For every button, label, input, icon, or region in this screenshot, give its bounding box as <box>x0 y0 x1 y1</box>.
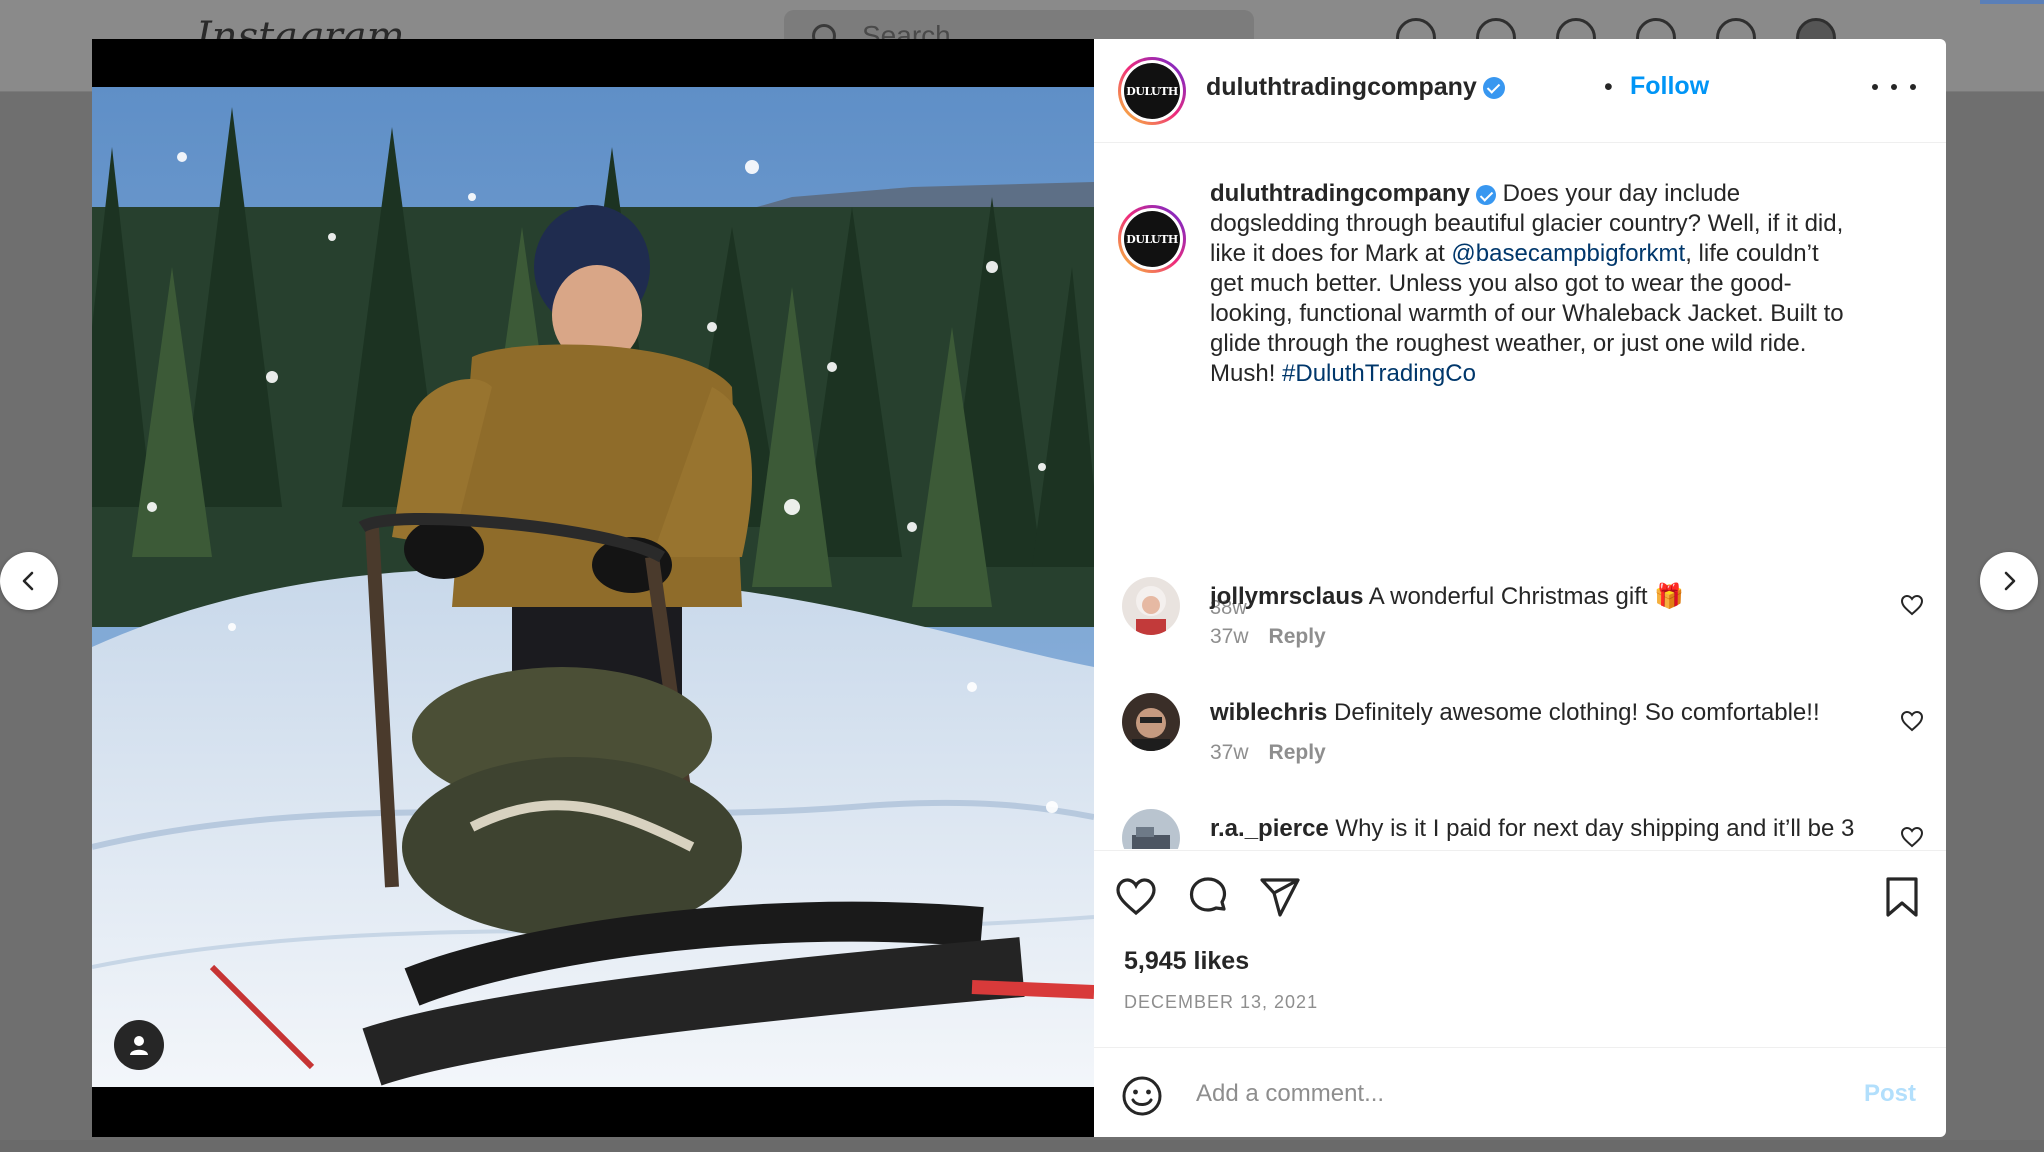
post-media <box>92 39 1094 1137</box>
comment-username[interactable]: jollymrsclaus <box>1210 583 1363 610</box>
caption-hashtag-link[interactable]: #DuluthTradingCo <box>1282 360 1476 387</box>
comment-timestamp[interactable]: 37w <box>1210 625 1249 648</box>
comment-username[interactable]: wiblechris <box>1210 699 1327 726</box>
comment-heart-icon[interactable] <box>1900 709 1924 733</box>
post-photo[interactable] <box>92 87 1094 1087</box>
comment-body: Definitely awesome clothing! So comforta… <box>1327 699 1820 726</box>
comment-avatar[interactable] <box>1122 693 1180 751</box>
comment-text: jollymrsclaus A wonderful Christmas gift… <box>1210 581 1860 613</box>
verified-badge-icon <box>1482 77 1505 100</box>
header-separator: • <box>1604 73 1613 101</box>
caption-mention-link[interactable]: @basecampbigforkmt <box>1451 240 1685 267</box>
post-comment-button[interactable]: Post <box>1864 1080 1916 1108</box>
user-tag-button[interactable] <box>114 1020 164 1070</box>
comment-item: wiblechris Definitely awesome clothing! … <box>1094 693 1946 803</box>
comment-timestamp[interactable]: 37w <box>1210 741 1249 764</box>
comment-item: jollymrsclaus A wonderful Christmas gift… <box>1094 577 1946 687</box>
account-avatar[interactable]: DULUTH <box>1118 57 1186 125</box>
post-details-panel: DULUTH duluthtradingcompany • Follow DUL… <box>1094 39 1946 1137</box>
actions-divider <box>1094 850 1946 851</box>
comment-avatar[interactable] <box>1122 809 1180 849</box>
post-header: DULUTH duluthtradingcompany • Follow <box>1094 39 1946 143</box>
comment-icon[interactable] <box>1186 875 1230 919</box>
background-feed-strip <box>0 1140 2044 1152</box>
comment-heart-icon[interactable] <box>1900 593 1924 617</box>
verified-badge-icon <box>1476 184 1496 205</box>
comment-text: wiblechris Definitely awesome clothing! … <box>1210 697 1860 729</box>
share-icon[interactable] <box>1258 875 1302 919</box>
comment-heart-icon[interactable] <box>1900 825 1924 849</box>
comment-username[interactable]: r.a._pierce <box>1210 815 1329 842</box>
previous-post-button[interactable] <box>0 552 58 610</box>
comment-meta: 37w Reply <box>1210 741 1326 765</box>
comment-meta: 37w Reply <box>1210 625 1326 649</box>
comment-avatar[interactable] <box>1122 577 1180 635</box>
more-options-icon[interactable] <box>1872 77 1916 97</box>
next-post-button[interactable] <box>1980 552 2038 610</box>
chevron-left-icon <box>22 571 34 591</box>
caption-username[interactable]: duluthtradingcompany <box>1210 180 1470 207</box>
caption-avatar[interactable]: DULUTH <box>1118 205 1186 273</box>
add-comment-bar: Post <box>1094 1047 1946 1137</box>
emoji-icon[interactable] <box>1120 1074 1164 1118</box>
heart-icon[interactable] <box>1114 875 1158 919</box>
header-username[interactable]: duluthtradingcompany <box>1206 73 1505 102</box>
bookmark-icon[interactable] <box>1880 875 1924 919</box>
background-accent-bar <box>1980 0 2044 4</box>
follow-button[interactable]: Follow <box>1630 72 1709 101</box>
user-tag-icon <box>130 1036 148 1055</box>
reply-button[interactable]: Reply <box>1269 741 1326 764</box>
comment-item: r.a._pierce Why is it I paid for next da… <box>1094 809 1946 849</box>
avatar-logo-text: DULUTH <box>1124 63 1180 119</box>
caption-avatar-logo-text: DULUTH <box>1124 211 1180 267</box>
likes-count[interactable]: 5,945 likes <box>1124 947 1249 976</box>
header-username-text[interactable]: duluthtradingcompany <box>1206 73 1477 101</box>
add-comment-input[interactable] <box>1196 1072 1776 1116</box>
reply-button[interactable]: Reply <box>1269 625 1326 648</box>
post-date[interactable]: DECEMBER 13, 2021 <box>1124 992 1318 1013</box>
post-modal: DULUTH duluthtradingcompany • Follow DUL… <box>92 39 1946 1137</box>
comment-body: A wonderful Christmas gift 🎁 <box>1363 583 1685 610</box>
chevron-right-icon <box>2004 571 2016 591</box>
caption-text: duluthtradingcompany Does your day inclu… <box>1210 179 1850 389</box>
comment-text: r.a._pierce Why is it I paid for next da… <box>1210 813 1860 849</box>
